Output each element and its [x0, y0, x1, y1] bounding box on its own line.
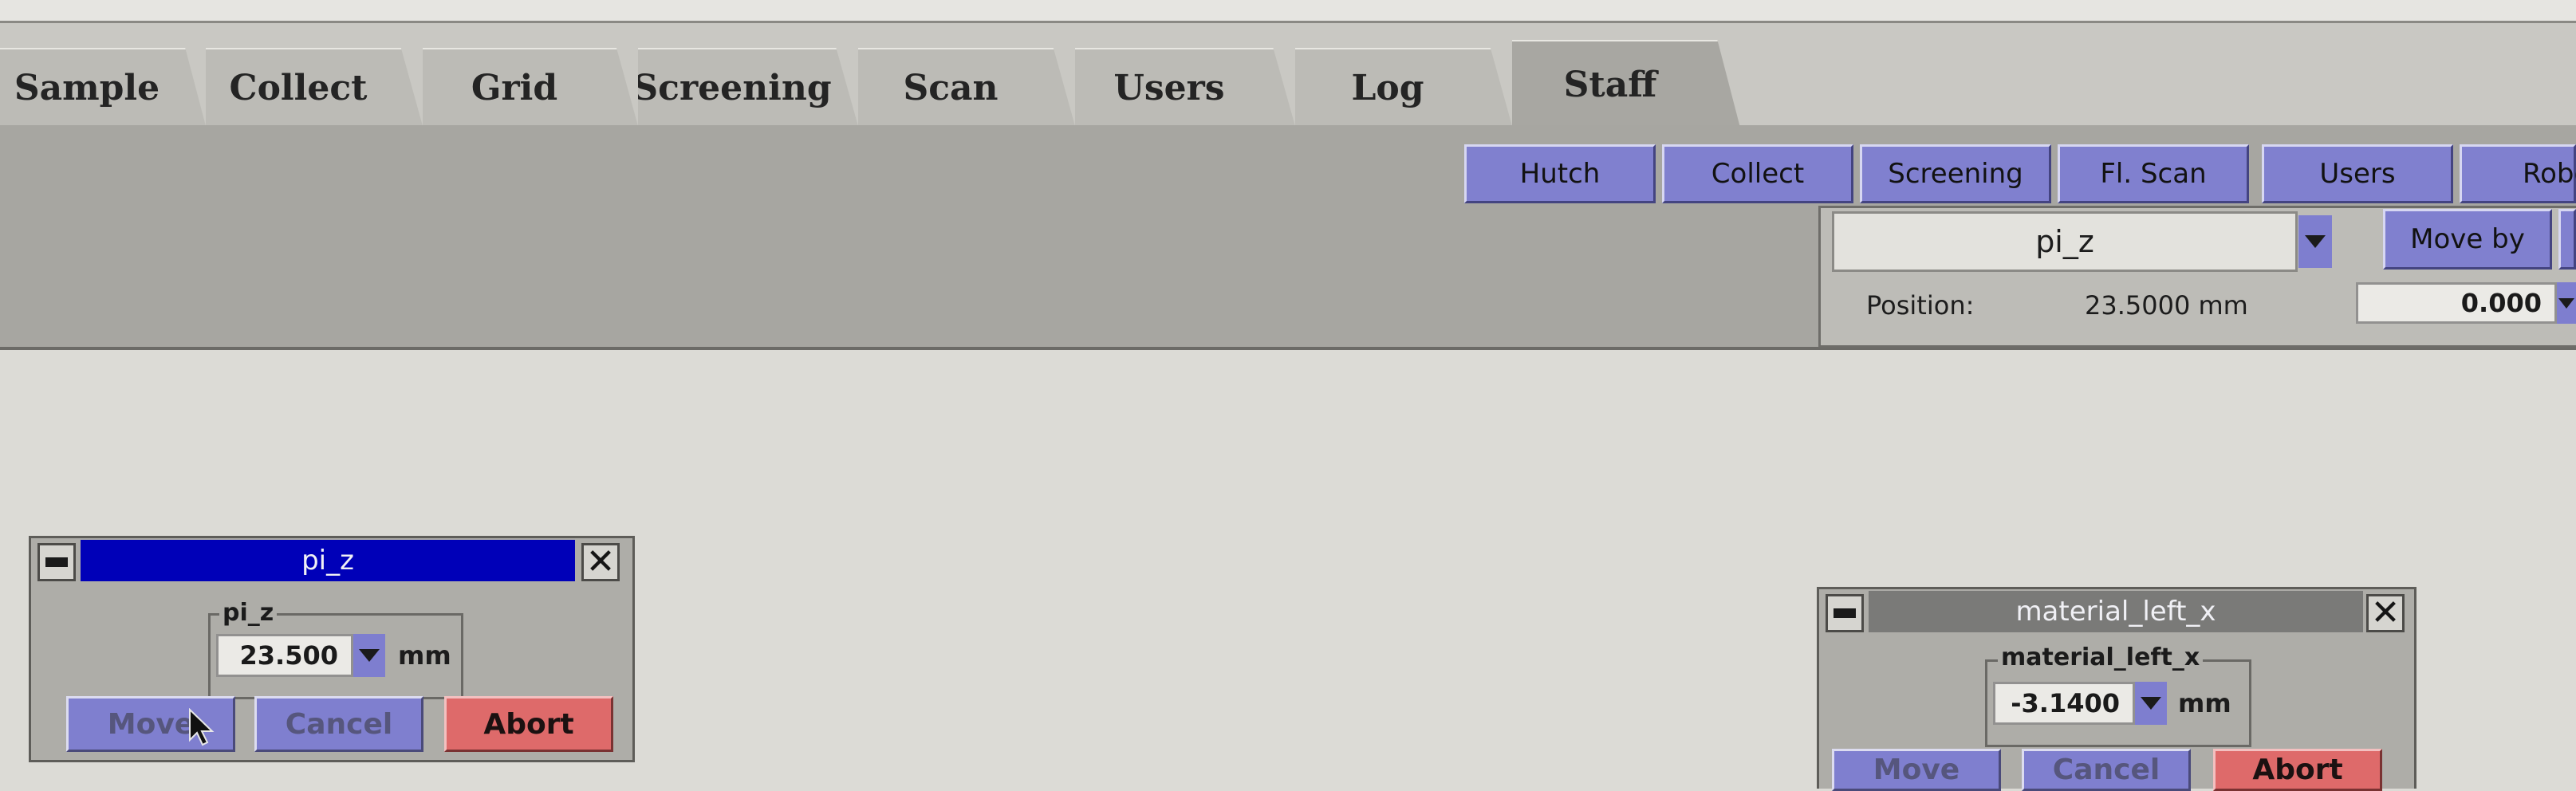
users-button-label: Users [2319, 158, 2396, 190]
pi-z-close-button[interactable]: ✕ [581, 543, 620, 581]
material-left-x-value-input[interactable]: -3.1400 [1993, 682, 2135, 725]
tab-collect-label: Collect [229, 67, 368, 108]
pi-z-title-bar[interactable]: pi_z [81, 540, 575, 581]
tab-screening[interactable]: Screening [638, 48, 858, 126]
motor-select-dropdown-button[interactable] [2298, 215, 2332, 268]
tab-users-label: Users [1113, 67, 1225, 108]
tab-staff-label: Staff [1563, 64, 1657, 105]
tab-log[interactable]: Log [1295, 48, 1512, 126]
material-left-x-close-button[interactable]: ✕ [2366, 594, 2405, 632]
pi-z-window: pi_z ✕ pi_z 23.500 mm Move Cancel Abort [29, 536, 635, 762]
fl-scan-button-label: Fl. Scan [2100, 158, 2207, 190]
material-left-x-minimize-button[interactable] [1826, 594, 1864, 632]
material-left-x-cancel-label: Cancel [2052, 754, 2160, 786]
pi-z-abort-label: Abort [483, 707, 574, 741]
minimize-icon [45, 557, 68, 567]
material-left-x-unit: mm [2178, 688, 2231, 718]
chevron-down-icon [2305, 235, 2326, 248]
material-left-x-title-bar[interactable]: material_left_x [1869, 591, 2363, 632]
tab-log-label: Log [1351, 67, 1424, 108]
chevron-down-icon [2558, 297, 2574, 309]
screening-button-label: Screening [1888, 158, 2023, 190]
hutch-button-label: Hutch [1519, 158, 1601, 190]
pi-z-cancel-label: Cancel [285, 707, 393, 741]
close-icon: ✕ [2370, 592, 2401, 633]
motor-select-field[interactable]: pi_z [1832, 211, 2298, 272]
material-left-x-value: -3.1400 [2011, 688, 2120, 718]
close-icon: ✕ [585, 541, 616, 582]
increment-dropdown-button[interactable] [2557, 282, 2576, 324]
tab-staff[interactable]: Staff [1512, 40, 1740, 128]
pi-z-cancel-button[interactable]: Cancel [254, 696, 423, 752]
tab-users[interactable]: Users [1075, 48, 1295, 126]
move-by-extra-button[interactable] [2558, 209, 2576, 270]
material-left-x-group-label: material_left_x [1998, 643, 2204, 671]
pi-z-minimize-button[interactable] [37, 543, 76, 581]
motor-select-value: pi_z [2035, 224, 2094, 259]
tab-collect[interactable]: Collect [206, 48, 423, 126]
collect-button[interactable]: Collect [1662, 144, 1853, 203]
hutch-button[interactable]: Hutch [1464, 144, 1656, 203]
pi-z-title: pi_z [301, 545, 354, 577]
pi-z-unit: mm [398, 640, 451, 671]
pi-z-value-dropdown-button[interactable] [353, 634, 385, 677]
users-button[interactable]: Users [2262, 144, 2453, 203]
window-top-strip [0, 0, 2576, 23]
pi-z-move-label: Move [107, 707, 195, 741]
mouse-pointer-icon [189, 708, 215, 746]
screening-button[interactable]: Screening [1860, 144, 2051, 203]
pi-z-value: 23.500 [239, 640, 338, 671]
tab-grid-label: Grid [471, 67, 558, 108]
position-value: 23.5000 mm [2085, 290, 2248, 321]
material-left-x-abort-button[interactable]: Abort [2213, 749, 2382, 791]
pi-z-abort-button[interactable]: Abort [444, 696, 613, 752]
move-by-button[interactable]: Move by [2383, 209, 2552, 270]
position-label: Position: [1866, 290, 1975, 321]
pi-z-group-label: pi_z [219, 599, 278, 627]
material-left-x-move-button[interactable]: Move [1832, 749, 2001, 791]
increment-input[interactable]: 0.000 [2356, 282, 2557, 324]
pi-z-value-input[interactable]: 23.500 [216, 634, 353, 677]
tab-screening-label: Screening [632, 67, 832, 108]
tab-scan-label: Scan [903, 67, 998, 108]
tab-grid[interactable]: Grid [423, 48, 638, 126]
material-left-x-title: material_left_x [2015, 596, 2216, 628]
move-by-label: Move by [2410, 223, 2525, 255]
minimize-icon [1834, 608, 1856, 618]
chevron-down-icon [359, 649, 380, 662]
fl-scan-button[interactable]: Fl. Scan [2058, 144, 2249, 203]
tab-sample[interactable]: Sample [0, 48, 206, 126]
robot-button-label: Robo [2523, 158, 2576, 190]
material-left-x-value-dropdown-button[interactable] [2135, 682, 2167, 725]
collect-button-label: Collect [1711, 158, 1805, 190]
tab-scan[interactable]: Scan [858, 48, 1075, 126]
tab-sample-label: Sample [14, 67, 160, 108]
material-left-x-abort-label: Abort [2252, 754, 2343, 786]
material-left-x-window: material_left_x ✕ material_left_x -3.140… [1817, 587, 2416, 791]
increment-value: 0.000 [2460, 288, 2542, 318]
material-left-x-move-label: Move [1873, 754, 1960, 786]
robot-button[interactable]: Robo [2460, 144, 2576, 203]
material-left-x-cancel-button[interactable]: Cancel [2022, 749, 2191, 791]
chevron-down-icon [2141, 697, 2161, 710]
